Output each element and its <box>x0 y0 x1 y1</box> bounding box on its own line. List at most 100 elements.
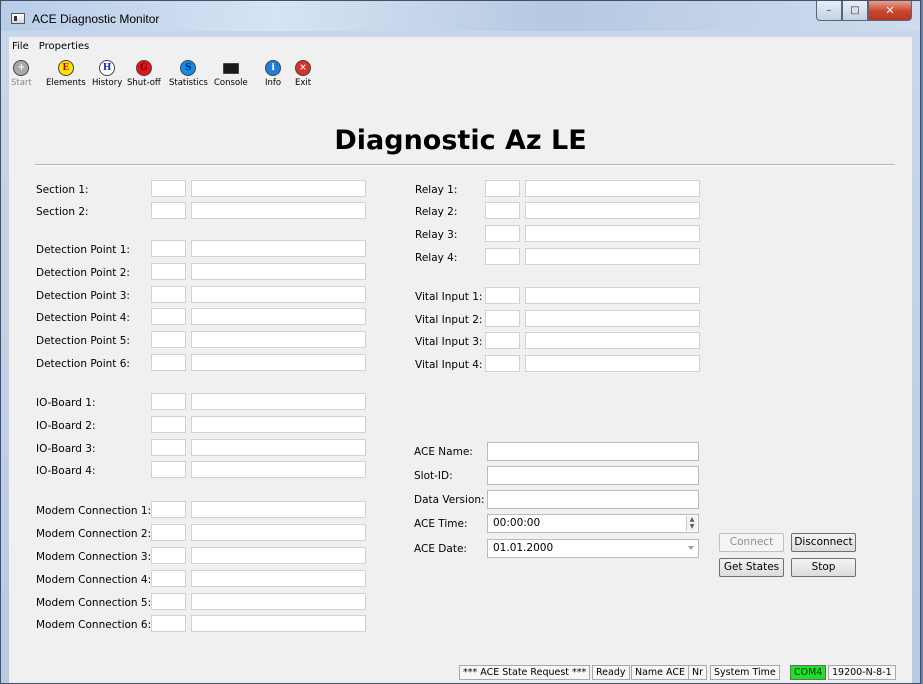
toolbar-exit-button[interactable]: × Exit <box>295 58 311 88</box>
modems-3-label: Modem Connection 3: <box>36 551 152 563</box>
modems-2-status-box <box>151 524 186 541</box>
ace-time-field[interactable]: 00:00:00 ▲ ▼ <box>487 514 699 533</box>
modems-4-status-box <box>151 570 186 587</box>
modems-6-label: Modem Connection 6: <box>36 619 152 631</box>
toolbar-start-button[interactable]: + Start <box>11 58 32 88</box>
menu-file[interactable]: File <box>9 41 36 52</box>
relays-1-status-box <box>485 180 520 197</box>
toolbar-statistics-button[interactable]: S Statistics <box>169 58 208 88</box>
slot-id-label: Slot-ID: <box>414 470 453 482</box>
ioboards-4-status-box <box>151 461 186 478</box>
close-button[interactable]: ✕ <box>868 1 912 21</box>
sections-2-value-box <box>191 202 366 219</box>
toolbar-label: Statistics <box>169 78 208 88</box>
modems-1-value-box <box>191 501 366 518</box>
ace-date-label: ACE Date: <box>414 543 467 555</box>
toolbar-info-button[interactable]: i Info <box>265 58 281 88</box>
app-window: ACE Diagnostic Monitor – □ ✕ File Proper… <box>0 0 921 684</box>
detection-1-status-box <box>151 240 186 257</box>
status-request: *** ACE State Request *** <box>459 665 591 680</box>
modems-4-label: Modem Connection 4: <box>36 574 152 586</box>
vital-inputs-2-label: Vital Input 2: <box>415 314 483 326</box>
ioboards-1-status-box <box>151 393 186 410</box>
status-name: Name ACE <box>631 665 690 680</box>
toolbar-history-button[interactable]: H History <box>92 58 122 88</box>
ace-time-value: 00:00:00 <box>493 517 541 529</box>
detection-2-label: Detection Point 2: <box>36 267 130 279</box>
data-version-field[interactable] <box>487 490 699 509</box>
relays-4-status-box <box>485 248 520 265</box>
detection-1-value-box <box>191 240 366 257</box>
stop-button[interactable]: Stop <box>791 558 856 577</box>
ace-name-field[interactable] <box>487 442 699 461</box>
ioboards-4-value-box <box>191 461 366 478</box>
relays-2-value-box <box>525 202 700 219</box>
toolbar-label: Info <box>265 78 282 88</box>
elements-icon: E <box>57 60 74 76</box>
vital-inputs-4-status-box <box>485 355 520 372</box>
detection-6-label: Detection Point 6: <box>36 358 130 370</box>
data-version-label: Data Version: <box>414 494 485 506</box>
relays-1-label: Relay 1: <box>415 184 458 196</box>
toolbar-label: Console <box>214 78 248 88</box>
detection-5-label: Detection Point 5: <box>36 335 130 347</box>
minimize-button[interactable]: – <box>816 1 842 21</box>
get-states-button[interactable]: Get States <box>719 558 784 577</box>
relays-3-label: Relay 3: <box>415 229 458 241</box>
detection-2-status-box <box>151 263 186 280</box>
detection-3-value-box <box>191 286 366 303</box>
connect-button[interactable]: Connect <box>719 533 784 552</box>
time-spinner[interactable]: ▲ ▼ <box>686 516 697 531</box>
modems-1-label: Modem Connection 1: <box>36 505 152 517</box>
exit-icon: × <box>295 60 312 76</box>
toolbar-label: History <box>92 78 123 88</box>
disconnect-button[interactable]: Disconnect <box>791 533 856 552</box>
maximize-button[interactable]: □ <box>842 1 868 21</box>
toolbar-label: Exit <box>295 78 312 88</box>
sections-1-label: Section 1: <box>36 184 89 196</box>
toolbar-shut-off-button[interactable]: G Shut-off <box>127 58 161 88</box>
ace-time-label: ACE Time: <box>414 518 468 530</box>
ace-name-label: ACE Name: <box>414 446 473 458</box>
ioboards-1-value-box <box>191 393 366 410</box>
detection-4-status-box <box>151 308 186 325</box>
vital-inputs-3-label: Vital Input 3: <box>415 336 483 348</box>
ioboards-1-label: IO-Board 1: <box>36 397 96 409</box>
ioboards-2-status-box <box>151 416 186 433</box>
ioboards-2-value-box <box>191 416 366 433</box>
menu-properties[interactable]: Properties <box>36 41 97 52</box>
main-panel: Diagnostic Az LE Section 1: Section 2: Det… <box>9 97 912 683</box>
ace-date-dropdown[interactable]: 01.01.2000 <box>487 539 699 558</box>
modems-6-status-box <box>151 615 186 632</box>
vital-inputs-1-label: Vital Input 1: <box>415 291 483 303</box>
modems-3-value-box <box>191 547 366 564</box>
detection-5-status-box <box>151 331 186 348</box>
divider <box>35 164 895 166</box>
relays-2-status-box <box>485 202 520 219</box>
sections-2-status-box <box>151 202 186 219</box>
ioboards-2-label: IO-Board 2: <box>36 420 96 432</box>
toolbar-label: Shut-off <box>127 78 161 88</box>
relays-3-status-box <box>485 225 520 242</box>
ioboards-4-label: IO-Board 4: <box>36 465 96 477</box>
toolbar-console-button[interactable]: Console <box>214 58 248 88</box>
toolbar-elements-button[interactable]: E Elements <box>46 58 86 88</box>
ioboards-3-value-box <box>191 439 366 456</box>
statistics-icon: S <box>180 60 197 76</box>
status-com-port: COM4 <box>790 665 827 680</box>
slot-id-field[interactable] <box>487 466 699 485</box>
toolbar-label: Elements <box>46 78 86 88</box>
vital-inputs-4-label: Vital Input 4: <box>415 359 483 371</box>
title-bar[interactable]: ACE Diagnostic Monitor – □ ✕ <box>1 1 920 31</box>
relays-2-label: Relay 2: <box>415 206 458 218</box>
status-baud: 19200-N-8-1 <box>828 665 896 680</box>
add-icon: + <box>13 60 30 76</box>
vital-inputs-3-status-box <box>485 332 520 349</box>
modems-2-label: Modem Connection 2: <box>36 528 152 540</box>
status-nr: Nr <box>688 665 708 680</box>
detection-4-value-box <box>191 308 366 325</box>
detection-2-value-box <box>191 263 366 280</box>
vital-inputs-3-value-box <box>525 332 700 349</box>
modems-3-status-box <box>151 547 186 564</box>
vital-inputs-1-status-box <box>485 287 520 304</box>
